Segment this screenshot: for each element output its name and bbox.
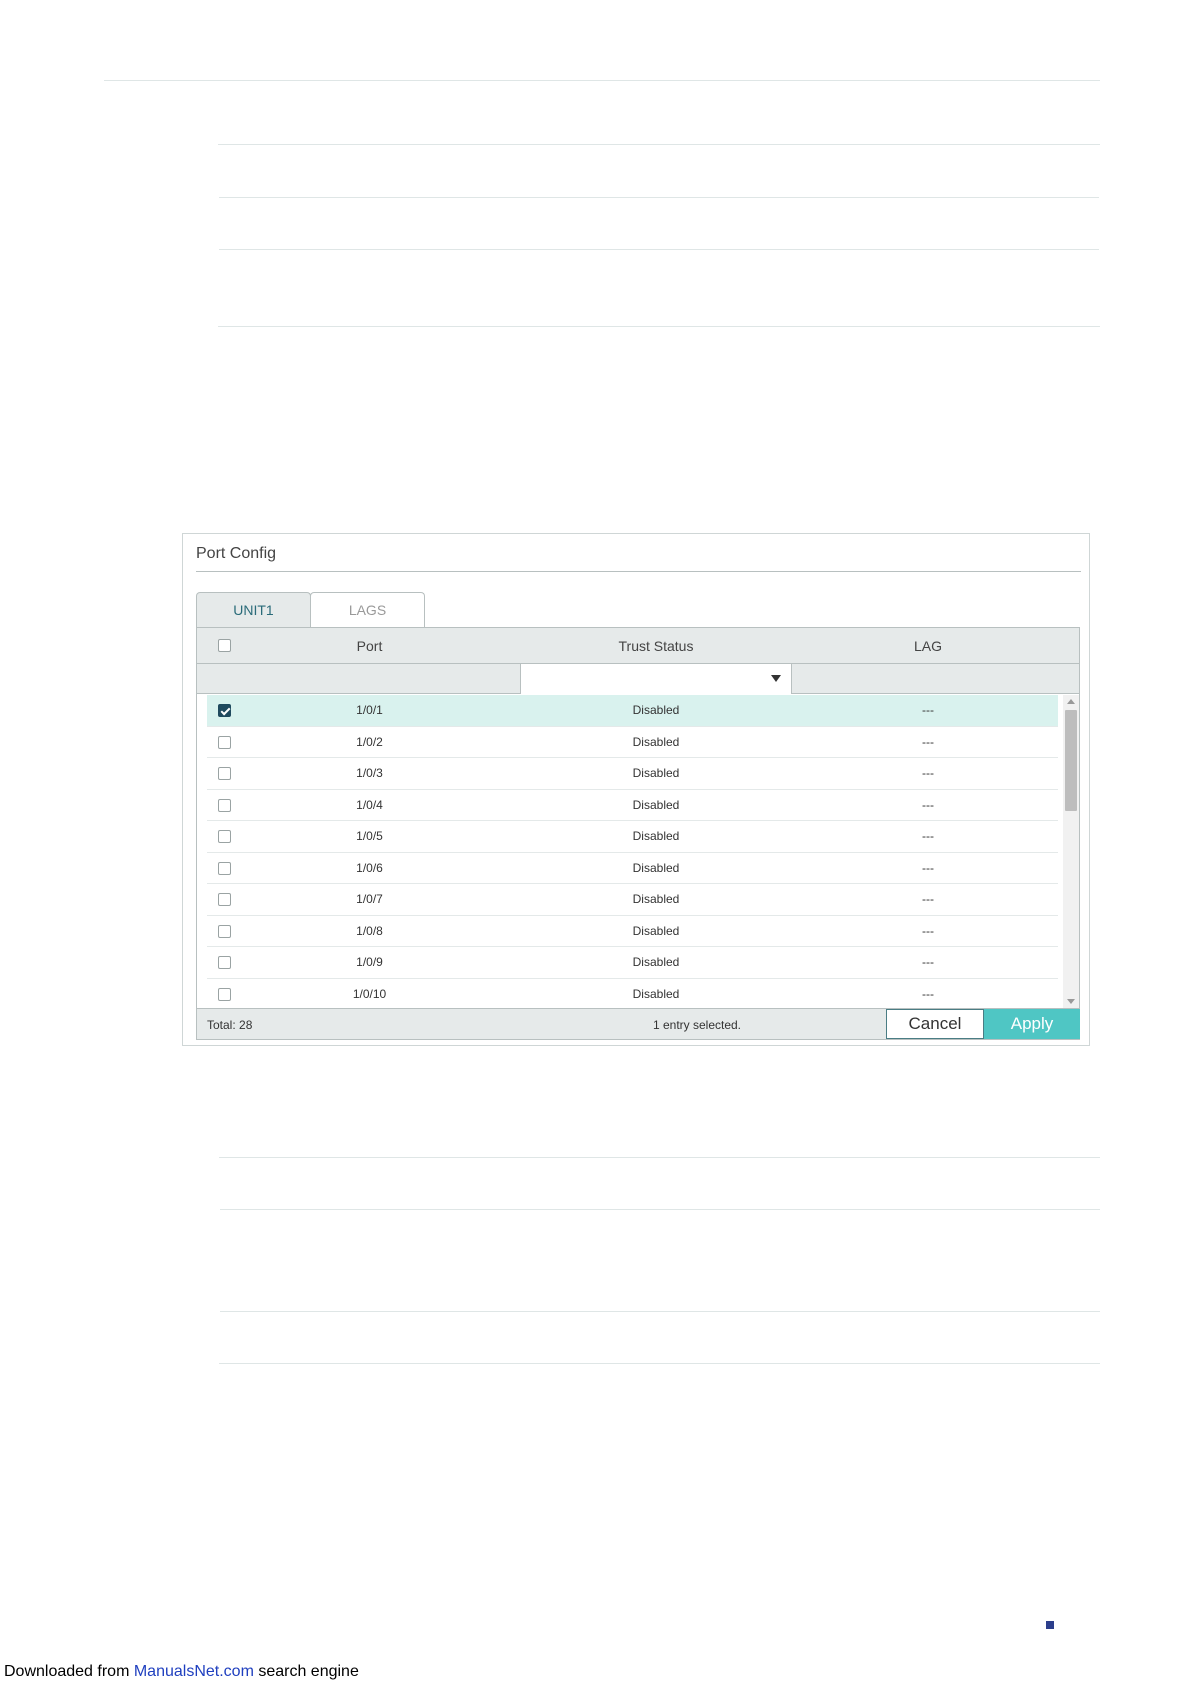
divider-line: [219, 1363, 1100, 1364]
port-cell: 1/0/1: [356, 703, 383, 718]
filter-row: [197, 664, 1079, 694]
row-checkbox[interactable]: [218, 987, 231, 1001]
status-cell: Disabled: [632, 987, 680, 1002]
status-cell: Disabled: [632, 829, 680, 844]
lag-cell: ---: [922, 734, 934, 749]
manualsnet-link[interactable]: ManualsNet.com: [134, 1663, 254, 1680]
table-row[interactable]: 1/0/2 Disabled ---: [207, 727, 1058, 758]
table-row[interactable]: 1/0/3 Disabled ---: [207, 758, 1058, 790]
download-credit: Downloaded from ManualsNet.com search en…: [4, 1663, 359, 1681]
table-scrollbar[interactable]: [1063, 695, 1079, 1008]
row-checkbox[interactable]: [218, 956, 231, 969]
lag-cell: ---: [922, 987, 934, 1002]
divider-line: [104, 80, 1100, 81]
port-table: Port Trust Status LAG 1/0/1 Disabled ---…: [196, 627, 1080, 1040]
port-cell: 1/0/9: [356, 955, 383, 970]
port-cell: 1/0/8: [356, 923, 383, 938]
status-cell: Disabled: [632, 797, 680, 812]
total-count: Total: 28: [207, 1017, 253, 1032]
credit-suffix: search engine: [253, 1663, 359, 1680]
table-row[interactable]: 1/0/1 Disabled ---: [207, 695, 1058, 727]
lag-cell: ---: [922, 703, 934, 718]
port-cell: 1/0/6: [356, 860, 383, 875]
panel-title-divider: [196, 571, 1081, 572]
status-cell: Disabled: [632, 703, 680, 718]
lag-cell: ---: [922, 892, 934, 907]
status-cell: Disabled: [632, 955, 680, 970]
chevron-down-icon: [771, 675, 781, 682]
select-all-checkbox[interactable]: [218, 639, 231, 652]
tab-unit1[interactable]: UNIT1: [196, 592, 311, 627]
port-cell: 1/0/5: [356, 829, 383, 844]
row-checkbox[interactable]: [218, 798, 231, 812]
table-row[interactable]: 1/0/7 Disabled ---: [207, 884, 1058, 916]
row-checkbox[interactable]: [218, 893, 231, 906]
table-header: Port Trust Status LAG: [197, 628, 1079, 664]
page-marker: [1046, 1621, 1054, 1629]
status-cell: Disabled: [632, 766, 680, 781]
credit-prefix: Downloaded from: [4, 1663, 134, 1680]
divider-line: [219, 1157, 1100, 1158]
divider-line: [220, 1311, 1100, 1312]
table-row[interactable]: 1/0/8 Disabled ---: [207, 916, 1058, 947]
lag-cell: ---: [922, 955, 934, 970]
cancel-button[interactable]: Cancel: [886, 1009, 984, 1039]
lag-cell: ---: [922, 797, 934, 812]
table-row[interactable]: 1/0/6 Disabled ---: [207, 853, 1058, 884]
row-checkbox[interactable]: [218, 861, 231, 875]
port-cell: 1/0/7: [356, 892, 383, 907]
lag-cell: ---: [922, 923, 934, 938]
port-config-panel: Port Config UNIT1 LAGS Port Trust Status…: [182, 533, 1090, 1046]
scroll-down-icon[interactable]: [1067, 999, 1075, 1004]
table-body: 1/0/1 Disabled --- 1/0/2 Disabled --- 1/…: [197, 695, 1079, 1008]
table-row[interactable]: 1/0/4 Disabled ---: [207, 790, 1058, 821]
divider-line: [218, 144, 1100, 145]
divider-line: [219, 249, 1099, 250]
table-row[interactable]: 1/0/10 Disabled ---: [207, 979, 1058, 1009]
lag-cell: ---: [922, 860, 934, 875]
tab-lags[interactable]: LAGS: [310, 592, 425, 627]
scrollbar-thumb[interactable]: [1065, 710, 1077, 811]
table-row[interactable]: 1/0/9 Disabled ---: [207, 947, 1058, 979]
table-footer: Total: 28 1 entry selected. Cancel Apply: [197, 1008, 1080, 1039]
row-checkbox[interactable]: [218, 704, 231, 717]
divider-line: [218, 326, 1100, 327]
column-header-lag[interactable]: LAG: [792, 628, 1064, 664]
column-header-port[interactable]: Port: [237, 628, 502, 664]
port-cell: 1/0/4: [356, 797, 383, 812]
status-cell: Disabled: [632, 860, 680, 875]
row-checkbox[interactable]: [218, 830, 231, 843]
lag-cell: ---: [922, 766, 934, 781]
column-header-trust-status[interactable]: Trust Status: [520, 628, 792, 664]
scroll-up-icon[interactable]: [1067, 699, 1075, 704]
lag-cell: ---: [922, 829, 934, 844]
table-row[interactable]: 1/0/5 Disabled ---: [207, 821, 1058, 853]
divider-line: [219, 197, 1099, 198]
row-checkbox[interactable]: [218, 924, 231, 938]
status-cell: Disabled: [632, 892, 680, 907]
trust-status-filter-select[interactable]: [520, 664, 792, 694]
row-checkbox[interactable]: [218, 767, 231, 780]
divider-line: [220, 1209, 1100, 1210]
port-cell: 1/0/2: [356, 734, 383, 749]
apply-button[interactable]: Apply: [984, 1009, 1080, 1039]
tab-bar: UNIT1 LAGS: [196, 592, 426, 627]
selection-count: 1 entry selected.: [652, 1017, 742, 1032]
panel-title: Port Config: [196, 545, 277, 562]
status-cell: Disabled: [632, 923, 680, 938]
port-cell: 1/0/10: [352, 987, 387, 1002]
row-checkbox[interactable]: [218, 735, 231, 749]
port-cell: 1/0/3: [356, 766, 383, 781]
status-cell: Disabled: [632, 734, 680, 749]
